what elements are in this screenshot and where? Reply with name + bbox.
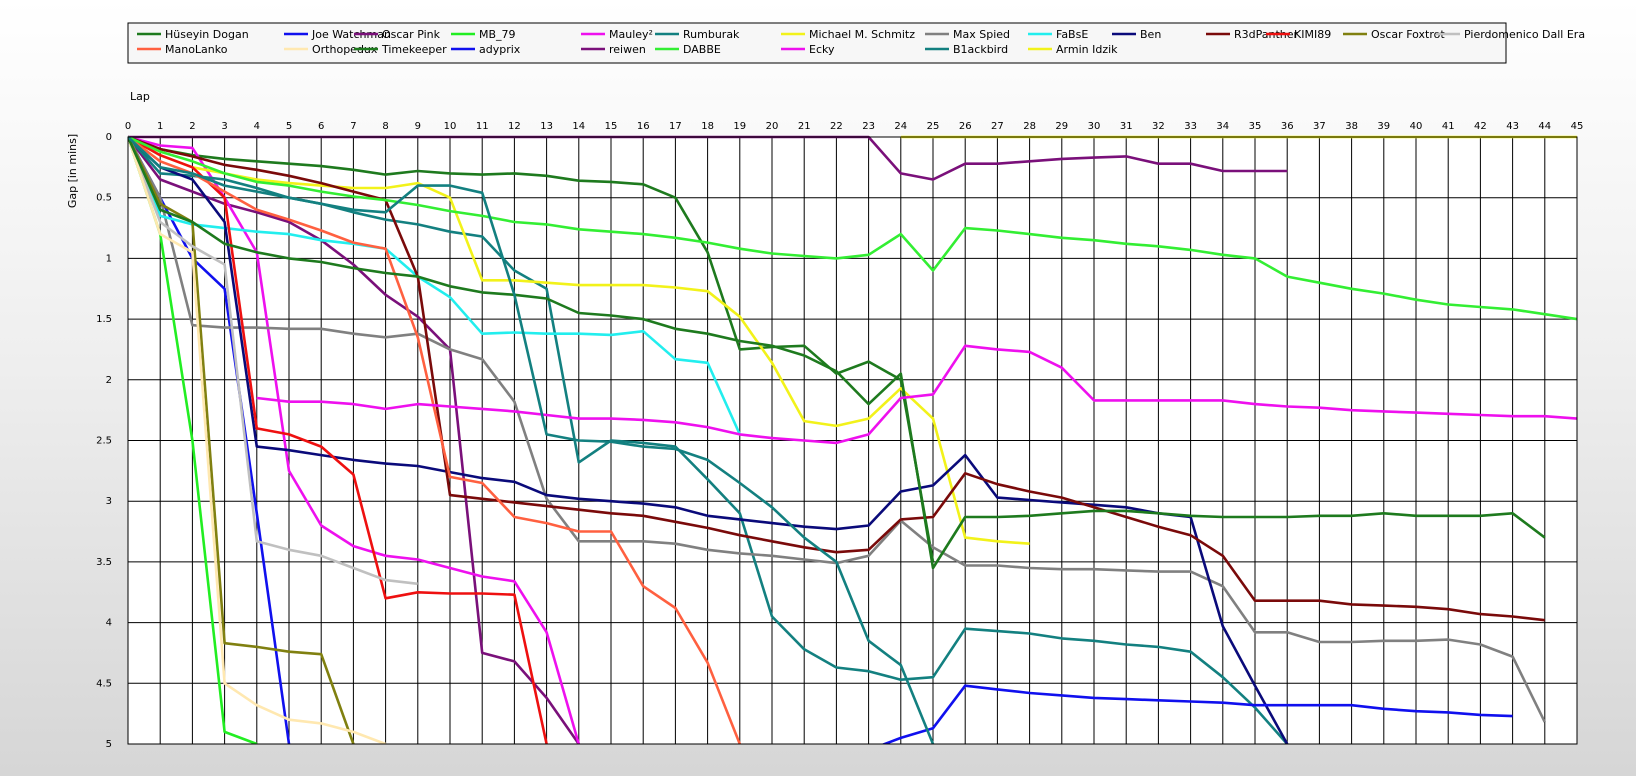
y-axis-label: Gap [in mins] <box>66 134 79 208</box>
y-tick-label: 4 <box>106 618 112 629</box>
x-tick-label: 19 <box>733 121 746 132</box>
x-tick-label: 32 <box>1152 121 1165 132</box>
y-tick-label: 1.5 <box>96 314 112 325</box>
x-tick-label: 42 <box>1474 121 1487 132</box>
x-tick-label: 3 <box>221 121 227 132</box>
x-tick-label: 24 <box>894 121 907 132</box>
legend-label: Ben <box>1140 28 1161 41</box>
legend-label: Mauley² <box>609 28 653 41</box>
x-tick-label: 34 <box>1216 121 1229 132</box>
x-tick-label: 11 <box>476 121 489 132</box>
x-tick-label: 45 <box>1571 121 1584 132</box>
x-tick-label: 43 <box>1506 121 1519 132</box>
x-tick-label: 37 <box>1313 121 1326 132</box>
legend-label: KIMI89 <box>1294 28 1331 41</box>
x-tick-label: 21 <box>798 121 811 132</box>
y-tick-label: 5 <box>106 739 112 750</box>
x-tick-label: 33 <box>1184 121 1197 132</box>
legend-label: adyprix <box>479 43 521 56</box>
legend-label: Pierdomenico Dall Era <box>1464 28 1585 41</box>
legend-label: B1ackbird <box>953 43 1008 56</box>
x-tick-label: 7 <box>350 121 356 132</box>
y-tick-label: 0 <box>106 132 112 143</box>
x-tick-label: 17 <box>669 121 682 132</box>
x-tick-label: 44 <box>1538 121 1551 132</box>
x-tick-label: 12 <box>508 121 521 132</box>
x-tick-label: 8 <box>382 121 388 132</box>
legend-label: ManoLanko <box>165 43 228 56</box>
x-tick-label: 16 <box>637 121 650 132</box>
x-tick-label: 40 <box>1410 121 1423 132</box>
x-tick-label: 9 <box>415 121 421 132</box>
x-tick-label: 5 <box>286 121 292 132</box>
y-tick-label: 3.5 <box>96 557 112 568</box>
legend-label: Max Spied <box>953 28 1010 41</box>
legend-label: Michael M. Schmitz <box>809 28 915 41</box>
x-tick-label: 25 <box>927 121 940 132</box>
legend-label: Oscar Foxtrot <box>1371 28 1445 41</box>
legend: Hüseyin Dogan Joe WatchmanOscar Pink MB_79… <box>127 22 1585 64</box>
x-tick-label: 6 <box>318 121 324 132</box>
x-tick-label: 31 <box>1120 121 1133 132</box>
x-tick-label: 14 <box>572 121 585 132</box>
legend-label: Joe Watchman <box>311 28 391 41</box>
plot-area: 0 1 2 3 4 5 6 7 8 9 10 11 12 13 14 15 16 17 18 19 20 21 22 23 24… <box>96 121 1583 750</box>
x-tick-label: 30 <box>1088 121 1101 132</box>
legend-label: reiwen <box>609 43 646 56</box>
x-tick-label: 39 <box>1377 121 1390 132</box>
legend-label: Armin Idzik <box>1056 43 1118 56</box>
x-tick-label: 22 <box>830 121 843 132</box>
legend-label: DABBE <box>683 43 721 56</box>
x-tick-label: 38 <box>1345 121 1358 132</box>
legend-label: Rumburak <box>683 28 740 41</box>
x-tick-label: 13 <box>540 121 553 132</box>
y-tick-label: 2 <box>106 375 112 386</box>
x-tick-label: 0 <box>125 121 131 132</box>
legend-label: Hüseyin Dogan <box>165 28 249 41</box>
legend-label: Oscar Pink <box>382 28 441 41</box>
x-tick-label: 4 <box>254 121 260 132</box>
legend-label: Ecky <box>809 43 835 56</box>
x-tick-label: 15 <box>605 121 618 132</box>
x-tick-label: 27 <box>991 121 1004 132</box>
legend-label: Timekeeper <box>381 43 447 56</box>
y-tick-label: 2.5 <box>96 436 112 447</box>
x-tick-label: 1 <box>157 121 163 132</box>
x-tick-label: 35 <box>1249 121 1262 132</box>
legend-label: FaBsE <box>1056 28 1088 41</box>
x-tick-label: 26 <box>959 121 972 132</box>
y-tick-label: 4.5 <box>96 678 112 689</box>
x-tick-label: 20 <box>766 121 779 132</box>
y-tick-label: 3 <box>106 496 112 507</box>
x-tick-label: 2 <box>189 121 195 132</box>
x-axis-label: Lap <box>130 90 150 103</box>
x-tick-label: 36 <box>1281 121 1294 132</box>
y-tick-label: 0.5 <box>96 193 112 204</box>
y-tick-label: 1 <box>106 253 112 264</box>
x-tick-label: 28 <box>1023 121 1036 132</box>
x-tick-label: 23 <box>862 121 875 132</box>
legend-label: MB_79 <box>479 28 516 41</box>
x-tick-label: 29 <box>1055 121 1068 132</box>
x-tick-label: 10 <box>444 121 457 132</box>
x-tick-label: 18 <box>701 121 714 132</box>
gap-chart: Hüseyin Dogan Joe WatchmanOscar Pink MB_79… <box>66 22 1585 750</box>
x-tick-label: 41 <box>1442 121 1455 132</box>
